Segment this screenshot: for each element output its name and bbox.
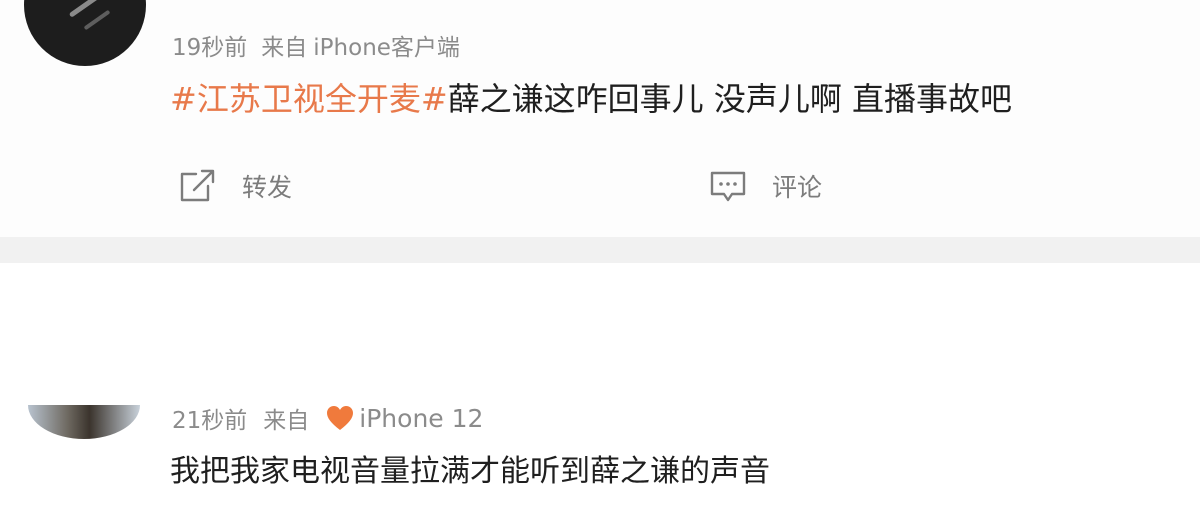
- source-prefix: 来自: [263, 408, 310, 434]
- source-prefix: 来自: [261, 35, 308, 61]
- post-time: 19秒前: [172, 35, 248, 61]
- post-text: 我把我家电视音量拉满才能听到薛之谦的声音: [170, 454, 770, 489]
- repost-label: 转发: [242, 173, 293, 202]
- post-meta: 21秒前 来自 iPhone 12: [172, 401, 483, 435]
- divider: [0, 237, 1200, 263]
- post-body: 薛之谦这咋回事儿 没声儿啊 直播事故吧: [447, 80, 1012, 118]
- comment-label: 评论: [772, 173, 823, 202]
- repost-icon: [180, 169, 215, 202]
- comment-button[interactable]: 评论: [708, 166, 822, 206]
- avatar-detail: [83, 9, 111, 31]
- post-text: #江苏卫视全开麦#薛之谦这咋回事儿 没声儿啊 直播事故吧: [170, 74, 1012, 120]
- post-source: iPhone客户端: [313, 35, 460, 61]
- comment-icon: [710, 171, 746, 202]
- heart-icon: [327, 406, 354, 430]
- repost-button[interactable]: 转发: [178, 166, 292, 206]
- feed: 19秒前 来自 iPhone客户端 #江苏卫视全开麦#薛之谦这咋回事儿 没声儿啊 直…: [0, 0, 1200, 521]
- avatar[interactable]: [24, 0, 146, 66]
- post-meta: 19秒前 来自 iPhone客户端: [172, 28, 474, 62]
- post-card: 19秒前 来自 iPhone客户端 #江苏卫视全开麦#薛之谦这咋回事儿 没声儿啊 直…: [0, 0, 1200, 237]
- post-card: 21秒前 来自 iPhone 12 我把我家电视音量拉满才能听到薛之谦的声音: [0, 263, 1200, 521]
- post-time: 21秒前: [172, 408, 248, 434]
- hashtag-link[interactable]: #江苏卫视全开麦#: [170, 80, 448, 118]
- post-source: iPhone 12: [359, 403, 484, 433]
- avatar[interactable]: [28, 405, 140, 439]
